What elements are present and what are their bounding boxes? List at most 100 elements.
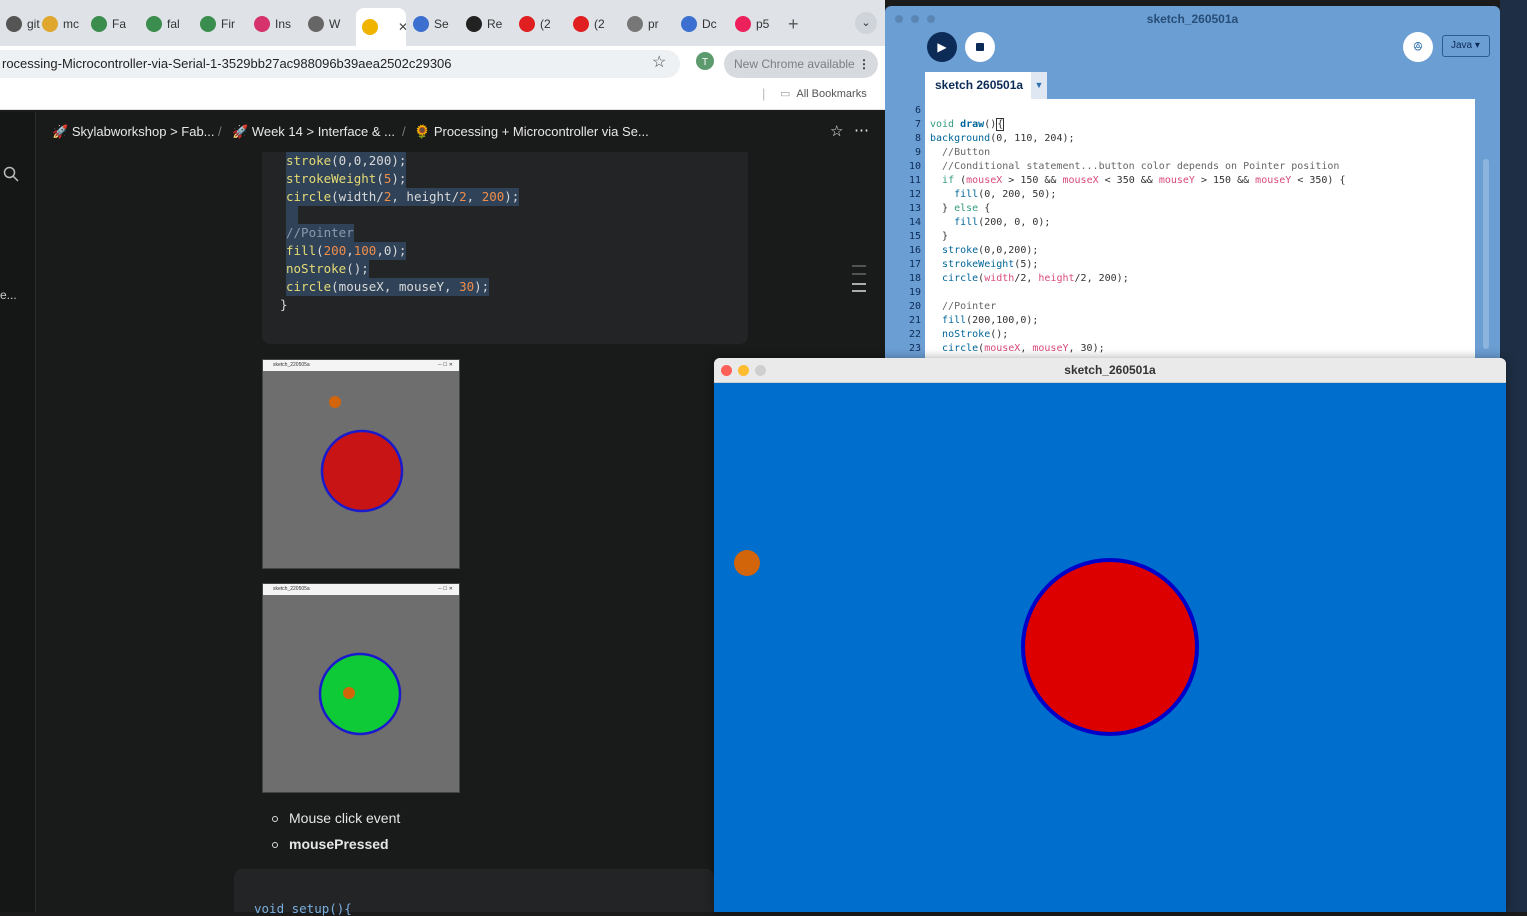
tab-label: W — [329, 17, 341, 31]
breadcrumb-item-3[interactable]: 🌻 Processing + Microcontroller via Se... — [414, 124, 649, 140]
tab-search-button[interactable]: ⌄ — [855, 12, 877, 34]
update-label: New Chrome available — [734, 57, 855, 71]
profile-initial: T — [702, 57, 708, 68]
tab-label: Fir — [221, 17, 235, 31]
more-options-icon[interactable]: ⋯ — [854, 121, 869, 139]
browser-tab[interactable]: Re — [460, 10, 510, 38]
address-bar[interactable]: rocessing-Microcontroller-via-Serial-1-3… — [0, 50, 680, 78]
stop-button[interactable] — [965, 32, 995, 62]
debug-butterfly-icon[interactable]: ꔮ — [1403, 32, 1433, 62]
browser-tab[interactable]: W — [302, 10, 352, 38]
sketch-drawing — [734, 550, 1199, 736]
sketch-titlebar: sketch_260501a — [714, 358, 1506, 383]
mode-select[interactable]: Java ▾ — [1442, 35, 1490, 57]
code-line: fill(200, 0, 0); — [954, 217, 1051, 228]
code-line: circle(width/2, height/2, 200); — [286, 188, 520, 206]
sketch-canvas[interactable] — [714, 383, 1506, 912]
line-number: 16 — [908, 245, 921, 256]
line-number: 21 — [908, 315, 921, 326]
browser-tab[interactable]: Dc — [675, 10, 725, 38]
code-line: circle(mouseX, mouseY, 30); — [286, 278, 490, 296]
tab-sketch[interactable]: sketch 260501a — [925, 72, 1031, 99]
browser-tab[interactable]: Fa — [85, 10, 135, 38]
sidebar-truncated-item[interactable]: e... — [0, 288, 17, 302]
chrome-tab-strip: git mc Fa fal Fir Ins W ✕ Se Re (2 (2 pr Dc p5 + ⌄ — [0, 0, 885, 46]
code-line: } else { — [930, 203, 991, 214]
close-tab-icon[interactable]: ✕ — [398, 20, 406, 34]
folder-icon: ▭ — [780, 88, 791, 100]
line-number: 14 — [908, 217, 921, 228]
search-icon[interactable] — [3, 166, 19, 182]
browser-tab[interactable]: Se — [407, 10, 457, 38]
line-number: 19 — [908, 287, 921, 298]
new-tab-button[interactable]: + — [788, 14, 799, 35]
table-of-contents-icon[interactable] — [852, 264, 868, 294]
favorite-star-icon[interactable]: ☆ — [830, 122, 843, 140]
browser-tab[interactable]: mc — [36, 10, 86, 38]
all-bookmarks-button[interactable]: ▭ All Bookmarks — [780, 87, 867, 100]
tab-favicon-icon — [91, 16, 107, 32]
code-line: fill(200,100,0); — [942, 315, 1039, 326]
page-header: 🚀 Skylabworkshop > Fab... / 🚀 Week 14 > … — [36, 112, 885, 152]
code-line: fill(0, 200, 50); — [954, 189, 1057, 200]
update-chrome-button[interactable]: New Chrome available ⋮ — [724, 50, 878, 78]
button-circle — [318, 652, 402, 736]
tab-favicon-icon — [6, 16, 22, 32]
code-line — [286, 206, 298, 224]
tab-menu-chevron-icon[interactable]: ▼ — [1031, 72, 1047, 99]
browser-tab[interactable]: ✕ — [356, 8, 406, 46]
menu-dots-icon[interactable]: ⋮ — [858, 50, 870, 78]
thumbnail-titlebar: sketch_220505a ─ ☐ ✕ — [263, 360, 459, 371]
tab-favicon-icon — [519, 16, 535, 32]
chrome-toolbar: rocessing-Microcontroller-via-Serial-1-3… — [0, 46, 885, 80]
list-item: mousePressed — [272, 836, 389, 852]
browser-tab[interactable]: p5 — [729, 10, 779, 38]
tab-favicon-icon — [627, 16, 643, 32]
list-item: Mouse click event — [272, 810, 400, 826]
tab-label: Se — [434, 17, 449, 31]
pointer-circle — [329, 396, 341, 408]
line-number: 18 — [908, 273, 921, 284]
editor-scrollbar[interactable] — [1475, 99, 1500, 358]
code-editor[interactable]: void draw(){ background(0, 110, 204); //… — [925, 99, 1475, 358]
browser-tab[interactable]: (2 — [513, 10, 563, 38]
code-line: } — [930, 231, 949, 242]
tab-label: (2 — [594, 17, 605, 31]
line-number: 13 — [908, 203, 921, 214]
pointer-circle — [734, 550, 760, 576]
code-line: circle(width/2, height/2, 200); — [942, 273, 1129, 284]
code-line: //Pointer — [930, 301, 997, 312]
tab-label: p5 — [756, 17, 770, 31]
breadcrumb-item-2[interactable]: 🚀 Week 14 > Interface & ... — [232, 124, 395, 140]
line-number: 12 — [908, 189, 921, 200]
tab-label: pr — [648, 17, 659, 31]
code-line: void setup(){ — [254, 901, 352, 916]
code-line: //Pointer — [286, 224, 354, 242]
code-block: stroke(0,0,200); strokeWeight(5); circle… — [262, 152, 748, 344]
browser-tab[interactable]: pr — [621, 10, 671, 38]
tab-favicon-icon — [573, 16, 589, 32]
code-line: stroke(0,0,200); — [942, 245, 1039, 256]
browser-tab[interactable]: Ins — [248, 10, 298, 38]
browser-tab[interactable]: (2 — [567, 10, 617, 38]
tab-favicon-icon — [308, 16, 324, 32]
screenshot-thumbnail-red[interactable]: sketch_220505a ─ ☐ ✕ — [262, 359, 460, 569]
breadcrumb-item-1[interactable]: 🚀 Skylabworkshop > Fab... — [52, 124, 215, 140]
tab-label: Ins — [275, 17, 292, 31]
thumbnail-canvas — [320, 396, 404, 513]
window-title: sketch_260501a — [1146, 12, 1239, 26]
bookmark-star-icon[interactable]: ☆ — [652, 52, 666, 72]
screenshot-thumbnail-green[interactable]: sketch_220505a ─ ☐ ✕ — [262, 583, 460, 793]
browser-tab[interactable]: Fir — [194, 10, 244, 38]
code-line: circle(mouseX, mouseY, 30); — [942, 343, 1105, 354]
tab-label: (2 — [540, 17, 551, 31]
code-line: strokeWeight(5); — [942, 259, 1039, 270]
bookmarks-bar: | ▭ All Bookmarks — [0, 80, 885, 110]
scrollbar-thumb[interactable] — [1483, 159, 1489, 349]
browser-tab[interactable]: fal — [140, 10, 190, 38]
line-number: 15 — [908, 231, 921, 242]
run-button[interactable]: ▶ — [927, 32, 957, 62]
code-line: void draw(){ — [930, 118, 1005, 131]
profile-avatar[interactable]: T — [696, 52, 714, 70]
chevron-down-icon: ▾ — [1474, 40, 1480, 51]
